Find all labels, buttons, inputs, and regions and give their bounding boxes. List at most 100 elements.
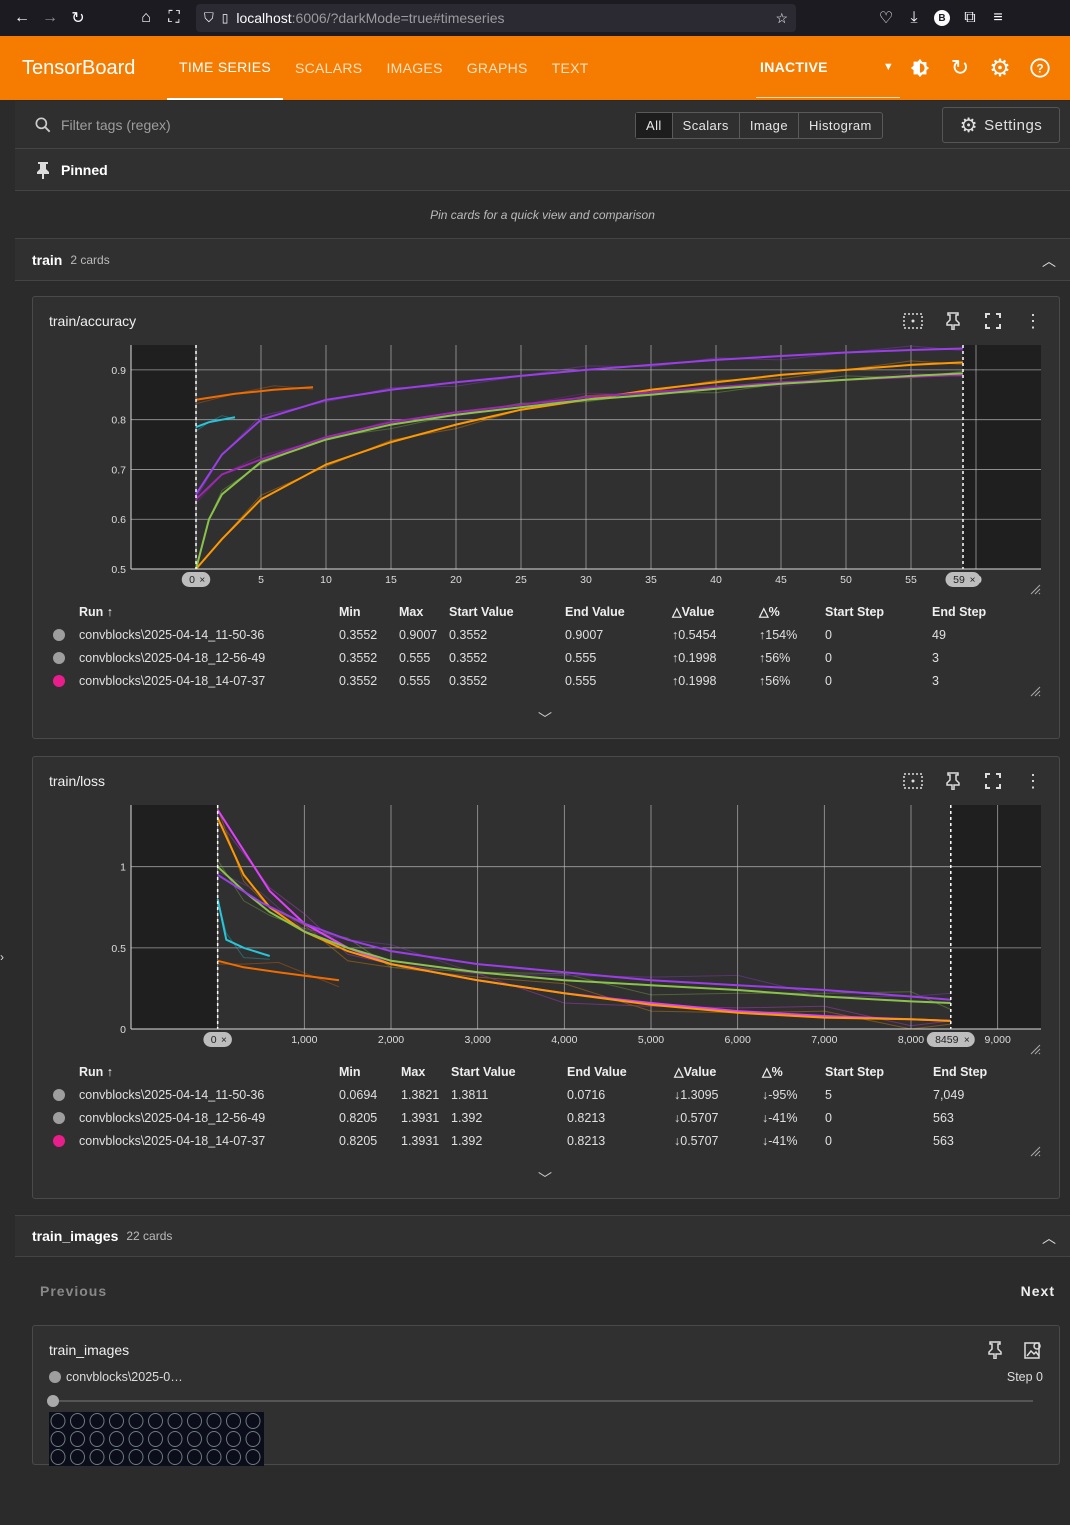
image-adjust-icon[interactable] [1021,1338,1045,1362]
header-min[interactable]: Min [339,605,399,619]
loss-chart[interactable]: 0 1,000 2,000 3,000 4,000 5,000 6,000 7,000 8,00… [99,805,1043,1055]
previous-button[interactable]: Previous [40,1283,107,1299]
group-header-train[interactable]: train 2 cards ︿ [15,239,1070,281]
theme-toggle-icon[interactable] [908,56,932,80]
extensions-icon[interactable]: ⧉ [956,4,984,32]
forward-icon[interactable]: → [36,4,64,32]
sidebar-expand-icon[interactable]: › [0,950,12,974]
run-color-dot[interactable] [53,1134,65,1147]
thumbnail-tile [187,1431,202,1447]
next-button[interactable]: Next [1021,1283,1055,1299]
header-end-step[interactable]: End Step [933,1065,1003,1079]
thumbnail-tile [245,1431,261,1447]
x-tick-label: 25 [515,574,527,586]
plugin-select[interactable]: INACTIVE ▼ [756,36,900,98]
expand-table-icon[interactable]: ﹀ [538,1169,552,1189]
thumbnail-tile [206,1413,222,1429]
url-bar[interactable]: ⛉ ▯ localhost:6006/?darkMode=true#timese… [196,4,796,32]
header-start-step[interactable]: Start Step [825,605,932,619]
tag-filter-input[interactable]: Filter tags (regex) [61,117,171,133]
resize-handle-icon[interactable] [1029,685,1041,697]
screenshot-icon[interactable]: ⛶ [160,4,188,32]
step-slider[interactable] [47,1395,1033,1407]
run-color-dot[interactable] [53,674,65,687]
home-icon[interactable]: ⌂ [132,4,160,32]
run-color-dot[interactable] [53,1088,65,1101]
cell-max: 0.555 [399,673,431,688]
close-icon: × [221,1035,227,1046]
tab-time-series[interactable]: TIME SERIES [167,36,283,100]
run-color-dot[interactable] [53,1111,65,1124]
resize-handle-icon[interactable] [1029,1043,1041,1055]
header-min[interactable]: Min [339,1065,401,1079]
x-tick-label: 5,000 [638,1034,664,1046]
fit-domain-icon[interactable] [901,309,925,333]
cell-dvalue: ↑0.1998 [672,650,717,665]
header-delta-percent[interactable]: △% [762,1064,825,1079]
header-delta-value[interactable]: △Value [674,1064,762,1079]
run-color-dot[interactable] [53,651,65,664]
header-delta-percent[interactable]: △% [759,604,825,619]
back-icon[interactable]: ← [8,4,36,32]
thumbnail-tile [89,1413,105,1429]
run-color-dot [49,1371,61,1383]
settings-label: Settings [984,116,1043,134]
pin-card-icon[interactable] [983,1338,1007,1362]
accuracy-chart[interactable]: 0510152025303540455055600.90.80.70.60.50… [99,345,1043,595]
more-vert-icon[interactable]: ⋮ [1021,769,1045,793]
range-start-label: 0 [211,1034,217,1046]
header-delta-value[interactable]: △Value [672,604,759,619]
cell-run: convblocks\2025-04-18_14-07-37 [79,673,266,688]
group-header-train-images[interactable]: train_images 22 cards ︿ [15,1215,1070,1257]
filter-image-button[interactable]: Image [740,113,799,138]
header-max[interactable]: Max [399,605,449,619]
help-icon[interactable]: ? [1028,56,1052,80]
downloads-icon[interactable]: ⤓ [900,4,928,32]
more-vert-icon[interactable]: ⋮ [1021,309,1045,333]
bookmark-star-icon[interactable]: ☆ [775,10,788,27]
filter-scalars-button[interactable]: Scalars [673,113,740,138]
step-slider-thumb[interactable] [47,1395,59,1407]
header-end-step[interactable]: End Step [932,605,1002,619]
tab-images[interactable]: IMAGES [374,36,454,100]
image-thumbnail[interactable] [49,1412,264,1466]
run-color-dot[interactable] [53,628,65,641]
tab-scalars[interactable]: SCALARS [283,36,374,100]
cell-min: 0.0694 [339,1087,378,1102]
tab-text[interactable]: TEXT [540,36,601,100]
filter-histogram-button[interactable]: Histogram [799,113,882,138]
cell-start: 0.3552 [449,673,488,688]
pin-card-icon[interactable] [941,769,965,793]
menu-icon[interactable]: ≡ [984,4,1012,32]
y-tick-label: 0.5 [111,564,126,576]
fit-domain-icon[interactable] [901,769,925,793]
refresh-icon[interactable]: ↻ [948,55,972,80]
pin-card-icon[interactable] [941,309,965,333]
header-start-step[interactable]: Start Step [825,1065,933,1079]
header-start-value[interactable]: Start Value [451,1065,567,1079]
header-end-value[interactable]: End Value [567,1065,674,1079]
filter-all-button[interactable]: All [636,113,673,138]
gear-icon[interactable]: ⚙ [988,55,1012,82]
fullscreen-icon[interactable] [981,769,1005,793]
thumbnail-tile [206,1449,222,1465]
cell-end-step: 563 [933,1133,954,1148]
profile-avatar[interactable]: B [928,4,956,32]
expand-table-icon[interactable]: ﹀ [538,709,552,729]
header-max[interactable]: Max [401,1065,451,1079]
pocket-icon[interactable]: ♡ [872,4,900,32]
shield-icon[interactable]: ⛉ [204,10,214,26]
resize-handle-icon[interactable] [1029,1145,1041,1157]
collapse-icon[interactable]: ︿ [1042,251,1056,271]
resize-handle-icon[interactable] [1029,583,1041,595]
tab-graphs[interactable]: GRAPHS [455,36,540,100]
collapse-icon[interactable]: ︿ [1042,1228,1056,1248]
reload-icon[interactable]: ↻ [64,4,92,32]
header-run[interactable]: Run ↑ [79,1065,339,1079]
page-info-icon[interactable]: ▯ [222,11,229,25]
header-run[interactable]: Run ↑ [79,605,339,619]
header-end-value[interactable]: End Value [565,605,672,619]
settings-button[interactable]: ⚙ Settings [942,107,1060,143]
fullscreen-icon[interactable] [981,309,1005,333]
header-start-value[interactable]: Start Value [449,605,565,619]
